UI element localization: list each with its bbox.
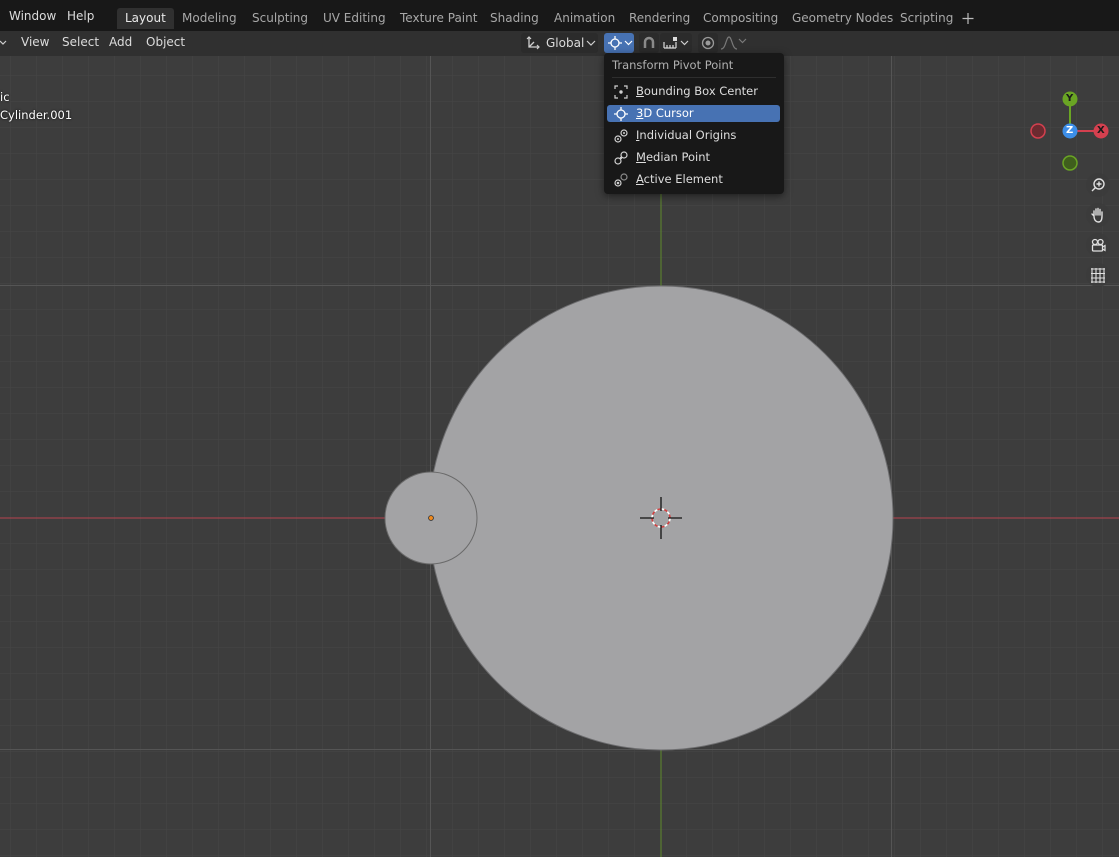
magnet-icon	[641, 35, 657, 54]
menu-separator	[612, 77, 776, 78]
menu-add[interactable]: Add	[109, 35, 132, 49]
menu-object[interactable]: Object	[146, 35, 185, 49]
snap-increment-icon	[662, 35, 678, 54]
viewport-view-name: ic	[0, 90, 10, 104]
menu-item-median-point[interactable]: Median Point	[607, 149, 780, 166]
tab-geometry-nodes[interactable]: Geometry Nodes	[784, 8, 901, 29]
tab-compositing[interactable]: Compositing	[695, 8, 786, 29]
hand-icon	[1085, 203, 1111, 231]
snap-target-dropdown[interactable]	[660, 33, 692, 53]
pan-button[interactable]	[1085, 202, 1111, 228]
pivot-point-menu: Transform Pivot Point Bounding Box Cente…	[604, 53, 784, 194]
menu-item-bounding-box-center[interactable]: Bounding Box Center	[607, 83, 780, 100]
camera-icon	[1085, 233, 1111, 261]
menu-item-active-element[interactable]: Active Element	[607, 171, 780, 188]
viewport-header: View Select Add Object Global	[0, 31, 1119, 56]
tab-texture-paint[interactable]: Texture Paint	[392, 8, 485, 29]
3d-cursor-icon	[607, 35, 623, 54]
individual-origins-icon	[613, 128, 629, 144]
menu-item-label: Active Element	[636, 172, 723, 186]
proportional-edit-toggle[interactable]	[698, 33, 718, 53]
menu-select[interactable]: Select	[62, 35, 99, 49]
object-origin-dot	[428, 515, 434, 521]
zoom-icon	[1085, 173, 1111, 201]
gizmo-z-label: Z	[1066, 125, 1074, 136]
active-element-icon	[613, 172, 629, 188]
gizmo-y-label: Y	[1066, 93, 1074, 104]
tab-scripting[interactable]: Scripting	[892, 8, 961, 29]
gizmo-x-label: X	[1097, 125, 1105, 136]
menu-title: Transform Pivot Point	[612, 58, 734, 72]
falloff-curve-icon	[720, 35, 738, 54]
chevron-down-icon	[624, 37, 633, 52]
viewport-grid	[0, 56, 1119, 857]
editor-type-chevron-icon[interactable]	[0, 37, 8, 49]
top-bar: Window Help Layout Modeling Sculpting UV…	[0, 0, 1119, 31]
tab-animation[interactable]: Animation	[546, 8, 623, 29]
orientation-label: Global	[546, 36, 585, 50]
large-cylinder[interactable]	[428, 285, 894, 751]
menu-item-label: 3D Cursor	[636, 106, 694, 120]
orientation-axes-icon	[525, 35, 541, 54]
tab-shading[interactable]: Shading	[482, 8, 547, 29]
bounding-box-center-icon	[613, 84, 629, 100]
tab-sculpting[interactable]: Sculpting	[244, 8, 316, 29]
median-point-icon	[613, 150, 629, 166]
menu-item-label: Median Point	[636, 150, 711, 164]
proportional-falloff-dropdown[interactable]	[720, 35, 750, 51]
pivot-point-button[interactable]	[604, 33, 634, 53]
proportional-edit-icon	[700, 35, 716, 54]
plus-icon[interactable]	[961, 8, 975, 29]
menu-item-label: Bounding Box Center	[636, 84, 758, 98]
tab-uv-editing[interactable]: UV Editing	[315, 8, 394, 29]
transform-orientation-dropdown[interactable]: Global	[521, 33, 598, 53]
viewport-active-object: Cylinder.001	[0, 108, 73, 122]
grid-icon	[1085, 263, 1111, 291]
3d-cursor-icon	[613, 106, 629, 122]
menu-window[interactable]: Window	[9, 9, 56, 23]
tab-modeling[interactable]: Modeling	[174, 8, 245, 29]
menu-view[interactable]: View	[21, 35, 49, 49]
chevron-down-icon	[680, 37, 689, 52]
ortho-toggle-button[interactable]	[1085, 262, 1111, 288]
menu-help[interactable]: Help	[67, 9, 94, 23]
tab-layout[interactable]: Layout	[117, 8, 174, 29]
menu-item-label: Individual Origins	[636, 128, 737, 142]
snap-toggle[interactable]	[639, 33, 659, 53]
3d-viewport[interactable]: ic Cylinder.001 Y Z X	[0, 56, 1119, 857]
camera-view-button[interactable]	[1085, 232, 1111, 258]
menu-item-3d-cursor[interactable]: 3D Cursor	[607, 105, 780, 122]
chevron-down-icon	[586, 37, 596, 52]
chevron-down-icon	[738, 35, 747, 50]
menu-item-individual-origins[interactable]: Individual Origins	[607, 127, 780, 144]
tab-rendering[interactable]: Rendering	[621, 8, 698, 29]
zoom-button[interactable]	[1085, 172, 1111, 198]
